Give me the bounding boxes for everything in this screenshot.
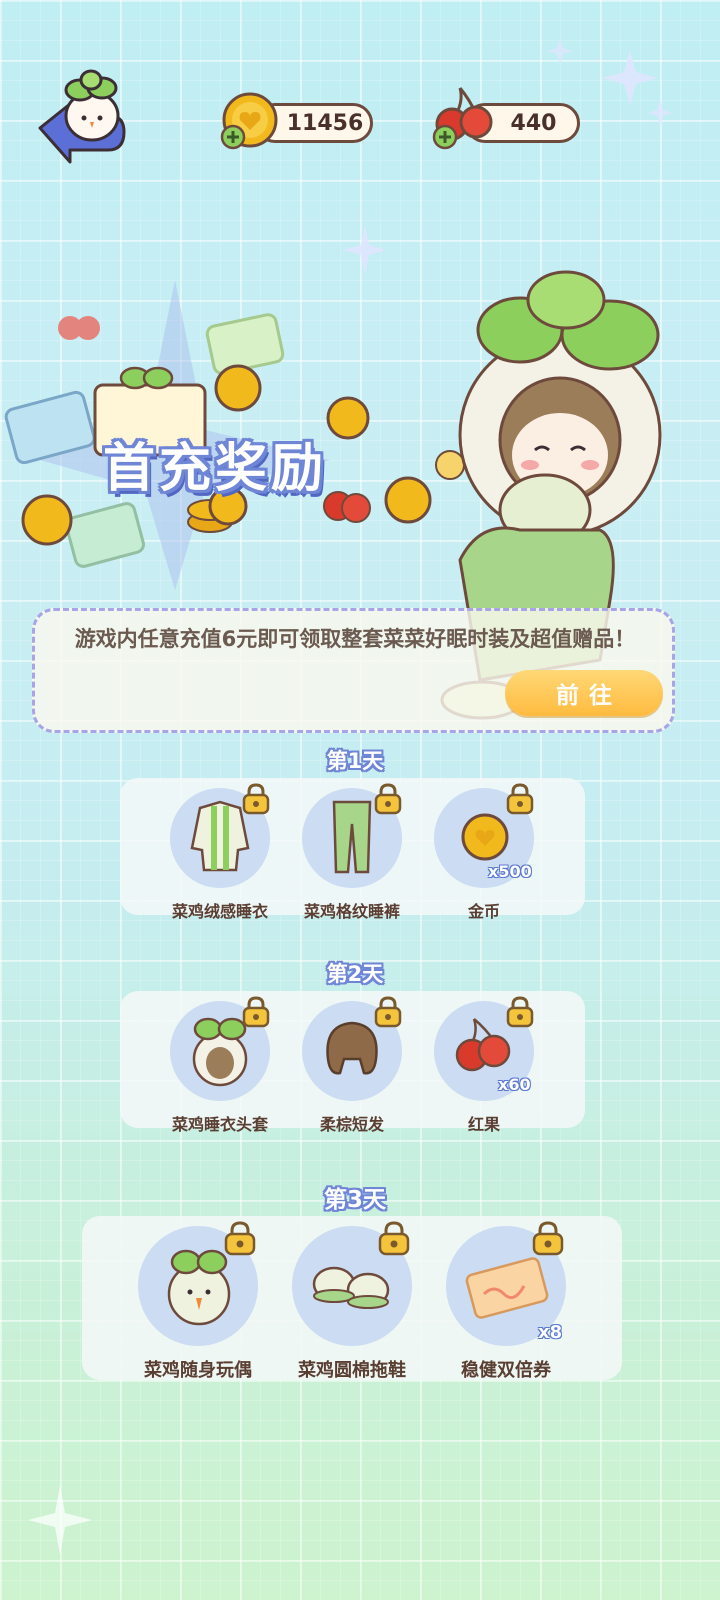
coin-count: 11456: [286, 110, 364, 136]
reward-item-qty: x500: [488, 862, 532, 881]
reward-item-name: 稳健双倍券: [461, 1360, 551, 1381]
add-cherries-button[interactable]: [432, 124, 458, 150]
cherry-count: 440: [510, 110, 557, 136]
go-button[interactable]: 前往: [505, 670, 663, 716]
coin-icon: [461, 813, 509, 861]
lock-icon: [506, 996, 534, 1028]
day-label-1: 第1天: [326, 749, 384, 773]
day-card-2: 菜鸡睡衣头套 柔棕短发 x60 红果: [120, 991, 585, 1134]
lock-icon: [224, 1221, 256, 1256]
day-label-2: 第2天: [326, 962, 384, 986]
add-coins-button[interactable]: [220, 124, 246, 150]
reward-item-name: 菜鸡随身玩偶: [144, 1360, 252, 1381]
lock-icon: [378, 1221, 410, 1256]
day-card-3: 菜鸡随身玩偶 菜鸡圆棉拖鞋 x8 稳健双倍券: [82, 1216, 622, 1381]
reward-item-qty: x60: [498, 1075, 531, 1094]
reward-item-qty: x8: [538, 1322, 563, 1343]
reward-item-name: 菜鸡圆棉拖鞋: [298, 1360, 406, 1381]
lock-icon: [374, 783, 402, 815]
lock-icon: [532, 1221, 564, 1256]
reward-item-name: 金币: [467, 902, 500, 921]
day-label-3: 第3天: [323, 1187, 386, 1213]
sparkle-decoration: [28, 1485, 92, 1555]
back-button[interactable]: [30, 66, 130, 166]
lock-icon: [506, 783, 534, 815]
lock-icon: [242, 783, 270, 815]
lock-icon: [242, 996, 270, 1028]
banner-title: 首充奖励: [103, 439, 328, 499]
info-description: 游戏内任意充值6元即可领取整套菜菜好眠时装及超值赠品！: [74, 627, 636, 651]
reward-item-name: 红果: [467, 1115, 500, 1134]
day-card-1: 菜鸡绒感睡衣 菜鸡格纹睡裤 x500 金币: [120, 778, 585, 921]
pajama-pants-icon: [332, 800, 372, 874]
double-ticket-icon: [465, 1257, 549, 1319]
lock-icon: [374, 996, 402, 1028]
back-arrow-icon: [38, 69, 126, 164]
slippers-icon: [312, 1266, 390, 1309]
